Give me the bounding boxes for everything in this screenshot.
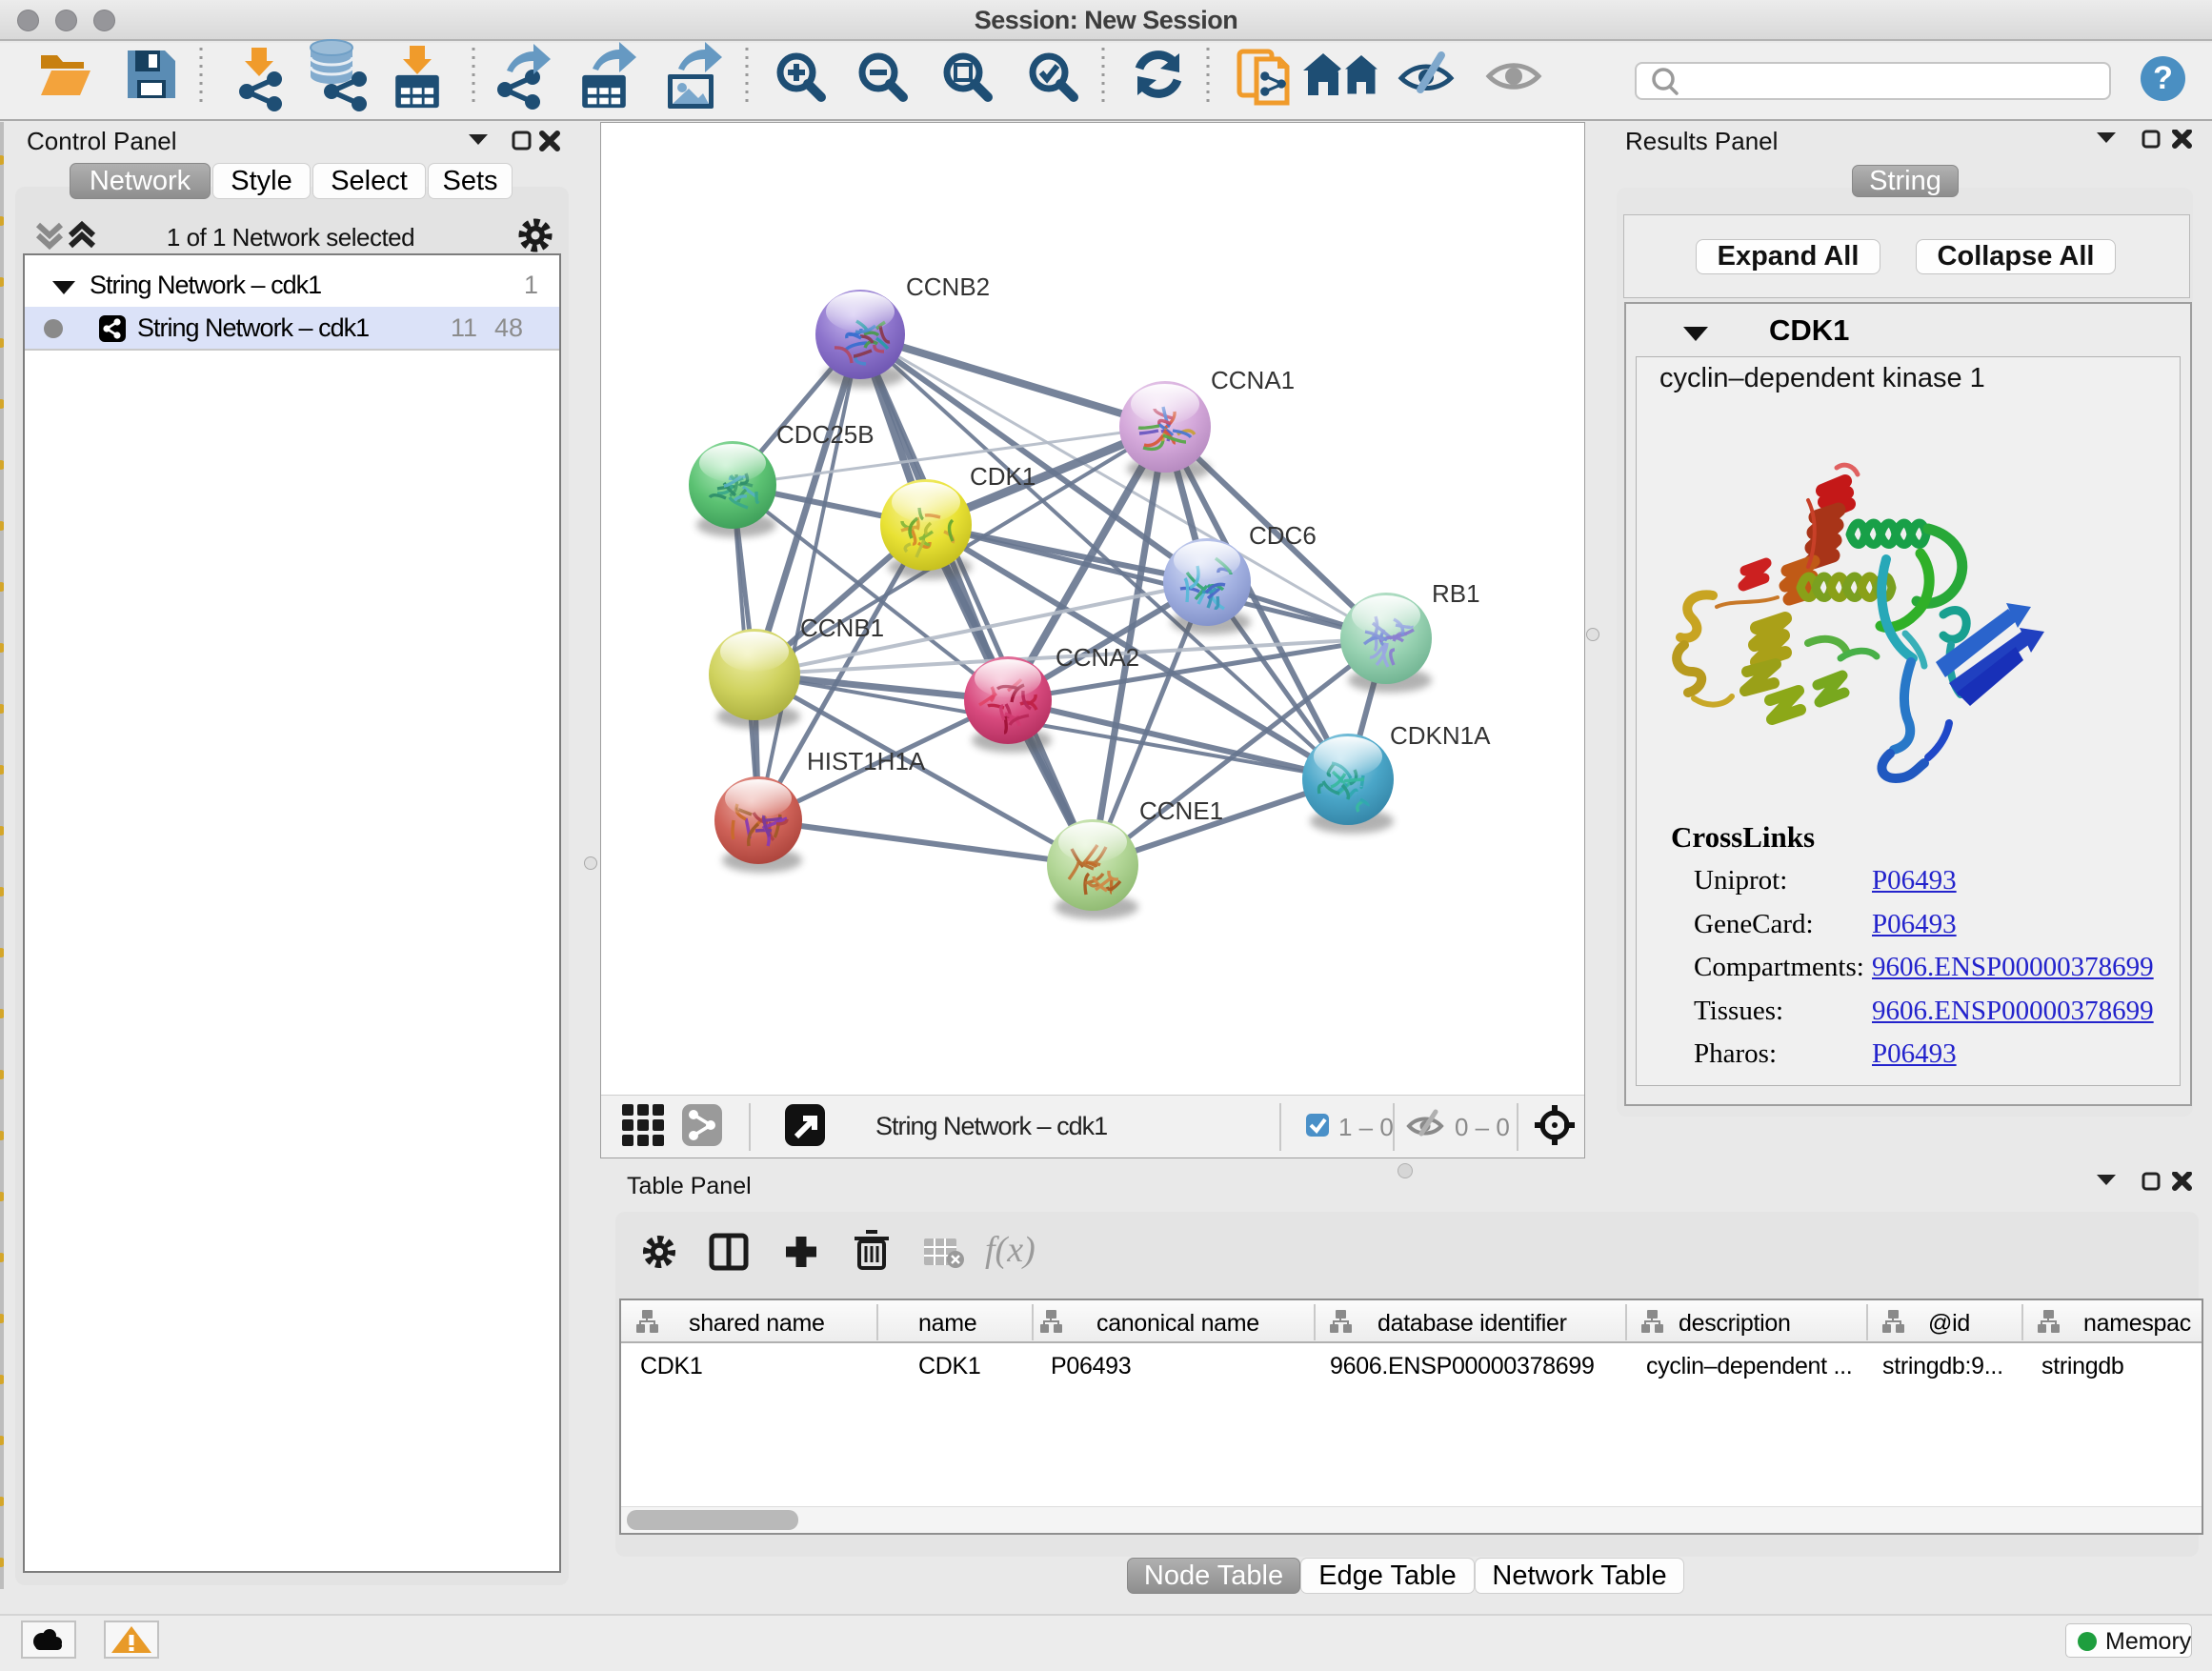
svg-text:CCNB2: CCNB2 [906, 272, 990, 301]
svg-text:CDK1: CDK1 [970, 462, 1036, 491]
svg-text:CCNA2: CCNA2 [1056, 643, 1139, 672]
svg-text:CDC25B: CDC25B [776, 420, 875, 449]
svg-text:CCNE1: CCNE1 [1139, 796, 1223, 825]
svg-text:CCNB1: CCNB1 [800, 614, 884, 642]
svg-text:RB1: RB1 [1432, 579, 1480, 608]
svg-text:CDKN1A: CDKN1A [1390, 721, 1491, 750]
svg-text:CCNA1: CCNA1 [1211, 366, 1295, 394]
svg-text:CDC6: CDC6 [1249, 521, 1317, 550]
svg-text:HIST1H1A: HIST1H1A [807, 747, 926, 775]
